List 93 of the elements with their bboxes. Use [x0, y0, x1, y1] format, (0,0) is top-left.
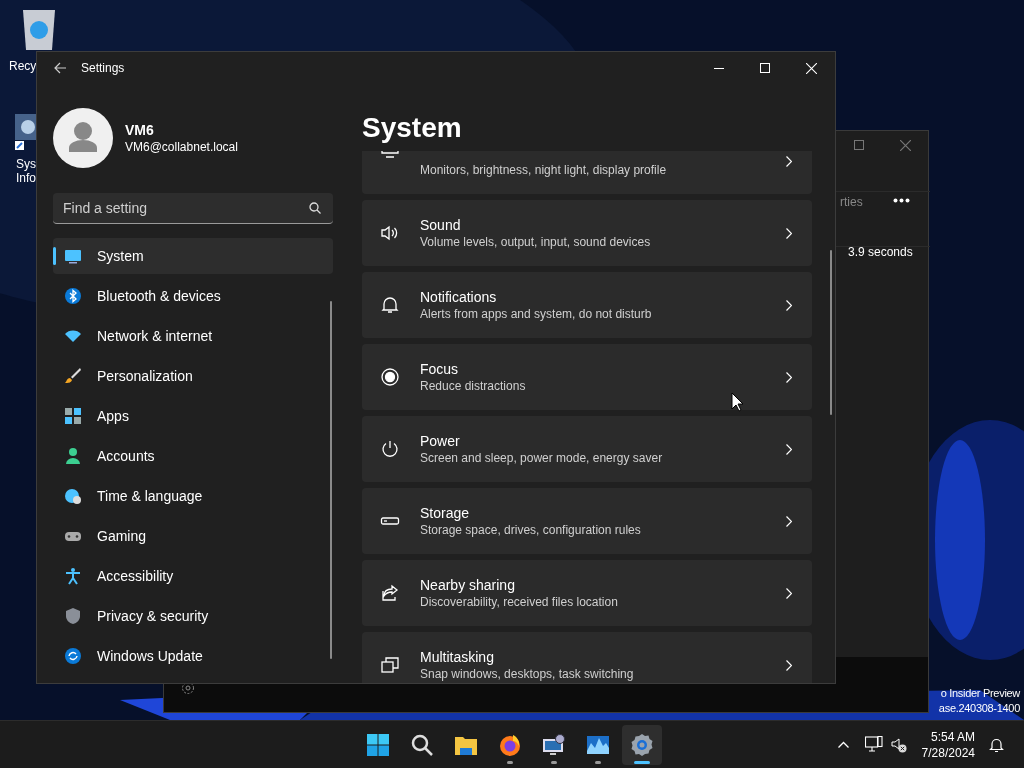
nav-item[interactable]: Privacy & security — [53, 598, 333, 634]
card-title: Power — [420, 432, 461, 450]
nav-item[interactable]: Accessibility — [53, 558, 333, 594]
recycle-bin-icon[interactable] — [20, 8, 58, 52]
nav-item[interactable]: Accounts — [53, 438, 333, 474]
clock[interactable]: 5:54 AM 7/28/2024 — [921, 728, 975, 761]
maximize-icon[interactable] — [854, 140, 864, 150]
share-icon — [380, 583, 400, 603]
build-info-text: o Insider Preview — [940, 686, 1020, 701]
bell-icon[interactable] — [989, 736, 1004, 753]
settings-card[interactable]: Sound Volume levels, output, input, sound devices — [362, 200, 812, 266]
toolbar-label[interactable]: rties — [840, 193, 863, 211]
settings-card[interactable]: Monitors, brightness, night light, display profile — [362, 151, 812, 194]
card-title: Notifications — [420, 288, 498, 306]
card-title: Nearby sharing — [420, 576, 516, 594]
card-title: Multitasking — [420, 648, 495, 666]
windows-logo-icon[interactable] — [366, 732, 390, 757]
chevron-right-icon — [786, 443, 792, 455]
chevron-right-icon — [786, 659, 792, 671]
chevron-right-icon — [786, 587, 792, 599]
nav-item[interactable]: Apps — [53, 398, 333, 434]
card-title: Focus — [420, 360, 460, 378]
close-icon[interactable] — [900, 140, 911, 151]
nav-item[interactable]: Windows Update — [53, 638, 333, 674]
fox-globe-icon[interactable] — [498, 732, 522, 757]
card-title: Storage — [420, 504, 471, 522]
search-field[interactable]: Find a setting — [53, 193, 333, 224]
paintbrush-icon — [64, 367, 82, 385]
chevron-right-icon — [786, 515, 792, 527]
shield-icon — [64, 607, 82, 625]
focus-icon — [380, 367, 400, 387]
bell-icon — [380, 295, 400, 315]
gear-icon[interactable] — [630, 732, 654, 757]
value-text: 3.9 seconds — [848, 244, 913, 261]
accessibility-icon — [64, 567, 82, 585]
scrollbar-thumb[interactable] — [330, 301, 332, 659]
windows-icon — [380, 655, 400, 675]
page-title: System — [362, 111, 463, 145]
desktop-icon-label: Sys Info — [16, 157, 36, 185]
muted-speaker-icon[interactable] — [890, 736, 907, 753]
minimize-icon — [714, 67, 724, 69]
chevron-right-icon — [786, 371, 792, 383]
computer-gear-icon[interactable] — [542, 732, 566, 757]
speaker-icon — [380, 223, 400, 243]
nav-item[interactable]: System — [53, 238, 333, 274]
desktop-icon-label: Recy — [9, 59, 37, 73]
chevron-right-icon — [786, 299, 792, 311]
card-description: Monitors, brightness, night light, display profile — [420, 162, 668, 178]
nav-item[interactable]: Bluetooth & devices — [53, 278, 333, 314]
nav-item[interactable]: Gaming — [53, 518, 333, 554]
apps-icon — [64, 407, 82, 425]
nav-item[interactable]: Personalization — [53, 358, 333, 394]
monitor-icon — [64, 247, 82, 265]
card-description: Volume levels, output, input, sound devices — [420, 234, 652, 250]
person-icon — [64, 447, 82, 465]
nav-item[interactable]: Time & language — [53, 478, 333, 514]
bluetooth-icon — [64, 287, 82, 305]
search-icon[interactable] — [410, 732, 434, 757]
card-description: Snap windows, desktops, task switching — [420, 666, 635, 682]
more-icon[interactable] — [893, 198, 910, 203]
nav-item[interactable]: Network & internet — [53, 318, 333, 354]
user-email: VM6@collabnet.local — [125, 139, 238, 155]
taskbar-app[interactable] — [622, 724, 662, 765]
settings-card[interactable]: Focus Reduce distractions — [362, 344, 812, 410]
update-icon — [64, 647, 82, 665]
power-icon — [380, 439, 400, 459]
card-description: Storage space, drives, configuration rules — [420, 522, 642, 538]
card-description: Alerts from apps and system, do not disturb — [420, 306, 653, 322]
window-title: Settings — [81, 60, 125, 77]
mouse-pointer-icon — [731, 392, 744, 412]
user-name: VM6 — [125, 121, 155, 139]
settings-card[interactable]: Multitasking Snap windows, desktops, task switching — [362, 632, 812, 683]
card-description: Discoverability, received files location — [420, 594, 619, 610]
card-title: Sound — [420, 216, 462, 234]
maximize-icon — [760, 63, 770, 73]
avatar-icon — [53, 108, 113, 168]
search-icon[interactable] — [309, 202, 321, 214]
settings-card[interactable]: Notifications Alerts from apps and system, do not disturb — [362, 272, 812, 338]
build-info-text: ase.240308-1400 — [938, 701, 1020, 716]
close-icon — [805, 62, 817, 74]
settings-card[interactable]: Storage Storage space, drives, configuration rules — [362, 488, 812, 554]
globe-clock-icon — [64, 487, 82, 505]
card-description: Screen and sleep, power mode, energy saver — [420, 450, 664, 466]
back-arrow-icon[interactable] — [54, 62, 66, 74]
chevron-right-icon — [786, 155, 792, 167]
scrollbar-thumb[interactable] — [830, 250, 832, 415]
gear-icon[interactable] — [181, 681, 195, 695]
chevron-right-icon — [786, 227, 792, 239]
settings-card[interactable]: Power Screen and sleep, power mode, energy saver — [362, 416, 812, 482]
settings-card[interactable]: Nearby sharing Discoverability, received files location — [362, 560, 812, 626]
chevron-up-icon[interactable] — [837, 741, 849, 748]
card-description: Reduce distractions — [420, 378, 527, 394]
network-icon[interactable] — [864, 736, 883, 753]
